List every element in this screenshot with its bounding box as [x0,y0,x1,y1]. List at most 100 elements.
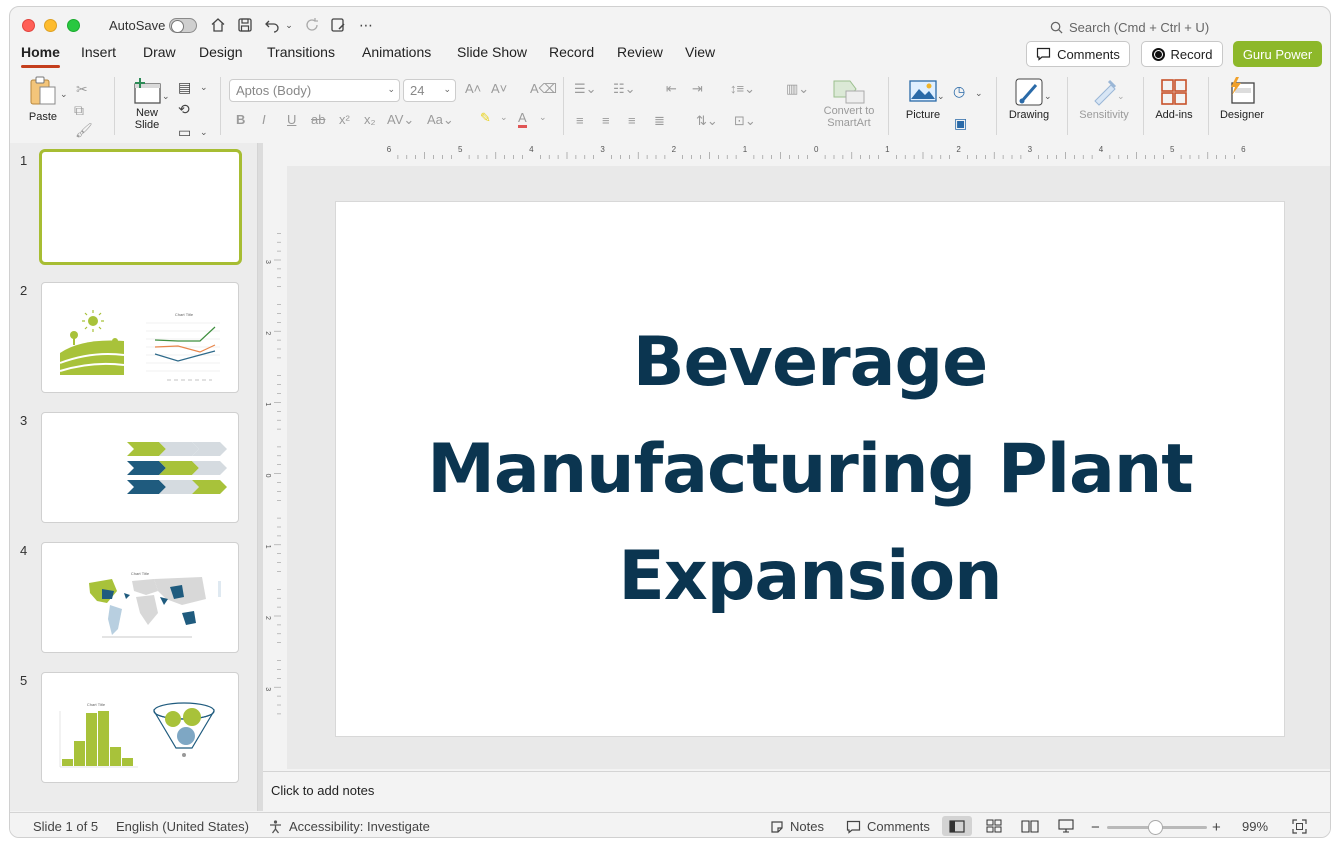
highlight-dropdown-icon[interactable]: ⌄ [500,112,508,123]
align-right-icon[interactable]: ≡ [628,113,636,128]
copy-icon[interactable]: ⧉ [74,102,84,119]
language-indicator[interactable]: English (United States) [116,819,249,834]
thumbnail-slide-5[interactable]: Chart Title [41,672,239,783]
new-slide-dropdown-icon[interactable]: ⌄ [162,91,170,102]
add-ins-button[interactable]: Add-ins [1150,77,1198,121]
more-options-icon[interactable]: ⋯ [356,15,376,35]
align-text-icon[interactable]: ⊡⌄ [734,113,756,129]
reading-view-button[interactable] [1015,816,1045,836]
ribbon-separator [1208,77,1209,135]
tab-draw[interactable]: Draw [143,44,176,60]
font-color-dropdown-icon[interactable]: ⌄ [539,112,547,123]
clear-formatting-icon[interactable]: A⌫ [530,81,557,97]
redo-icon[interactable] [302,15,322,35]
slide-show-view-button[interactable] [1051,816,1081,836]
tab-home[interactable]: Home [21,44,60,68]
accessibility-status[interactable]: Accessibility: Investigate [268,819,430,834]
strikethrough-icon[interactable]: ab [311,112,325,127]
convert-to-smartart-button[interactable]: Convert to SmartArt [819,77,879,129]
search-box[interactable]: Search (Cmd + Ctrl + U) [1050,17,1250,37]
decrease-indent-icon[interactable]: ⇤ [666,81,677,97]
save-icon[interactable] [235,15,255,35]
paste-dropdown-icon[interactable]: ⌄ [60,89,68,100]
thumbnail-slide-3[interactable] [41,412,239,523]
tab-animations[interactable]: Animations [362,44,431,60]
new-slide-button[interactable]: New Slide [126,77,168,131]
tab-view[interactable]: View [685,44,715,60]
paste-button[interactable]: Paste [24,75,62,123]
sensitivity-dropdown-icon[interactable]: ⌄ [1117,91,1125,102]
subscript-icon[interactable]: x₂ [364,112,376,127]
notes-pane[interactable]: Click to add notes [263,771,1330,811]
character-spacing-icon[interactable]: AV⌄ [387,112,414,128]
bold-icon[interactable]: B [236,112,245,127]
comments-button[interactable]: Comments [1026,41,1130,67]
record-button[interactable]: Record [1141,41,1223,67]
tab-insert[interactable]: Insert [81,44,116,60]
thumbnail-slide-2[interactable]: Chart Title [41,282,239,393]
reset-slide-icon[interactable]: ⟲ [178,101,190,118]
tab-review[interactable]: Review [617,44,663,60]
tab-record[interactable]: Record [549,44,594,60]
undo-icon[interactable] [262,15,282,35]
notes-toggle-button[interactable]: Notes [770,819,824,834]
section-dropdown-icon[interactable]: ⌄ [200,127,208,138]
guru-power-button[interactable]: Guru Power [1233,41,1322,67]
numbering-icon[interactable]: ☷⌄ [613,81,636,97]
tab-design[interactable]: Design [199,44,243,60]
sensitivity-button[interactable]: Sensitivity [1074,77,1134,121]
slide-title[interactable]: Beverage Manufacturing Plant Expansion [400,309,1220,630]
zoom-slider-handle[interactable] [1148,820,1163,835]
fit-to-window-button[interactable] [1292,819,1307,834]
font-name-select[interactable]: Aptos (Body) ⌄ [229,79,400,102]
increase-font-size-icon[interactable]: A˄ [465,81,481,96]
font-size-select[interactable]: 24 ⌄ [403,79,456,102]
zoom-out-button[interactable]: − [1091,819,1100,836]
thumbnail-slide-4[interactable]: Chart Title [41,542,239,653]
underline-icon[interactable]: U [287,112,296,127]
shapes-dropdown-icon[interactable]: ⌄ [975,88,983,99]
normal-view-button[interactable] [942,816,972,836]
italic-icon[interactable]: I [262,112,266,127]
highlight-icon[interactable]: ✎ [480,110,491,126]
thumbnail-slide-1[interactable] [39,149,242,265]
font-color-icon[interactable]: A [518,111,527,128]
drawing-dropdown-icon[interactable]: ⌄ [1044,91,1052,102]
designer-button[interactable]: Designer [1216,75,1268,121]
slide-1-editor[interactable]: Beverage Manufacturing Plant Expansion [336,202,1284,736]
undo-dropdown-icon[interactable]: ⌄ [283,15,295,35]
layout-dropdown-icon[interactable]: ⌄ [200,82,208,93]
pane-splitter[interactable] [258,143,263,811]
format-painter-icon[interactable]: 🖌 [75,122,93,139]
decrease-font-size-icon[interactable]: A˅ [491,81,507,96]
layout-icon[interactable]: ▤ [178,79,191,96]
maximize-window-button[interactable] [67,19,80,32]
autosave-toggle[interactable] [169,18,197,33]
columns-icon[interactable]: ▥⌄ [786,81,809,97]
zoom-in-button[interactable]: + [1212,819,1221,836]
align-left-icon[interactable]: ≡ [576,113,584,128]
tab-transitions[interactable]: Transitions [267,44,335,60]
minimize-window-button[interactable] [44,19,57,32]
close-window-button[interactable] [22,19,35,32]
text-direction-icon[interactable]: ⇅⌄ [696,113,718,129]
comments-toggle-button[interactable]: Comments [846,819,930,834]
line-spacing-icon[interactable]: ↕≡⌄ [730,81,755,97]
picture-dropdown-icon[interactable]: ⌄ [937,91,945,102]
text-box-icon[interactable]: ▣ [954,115,967,132]
record-button-label: Record [1170,46,1213,62]
tab-slide-show[interactable]: Slide Show [457,44,527,60]
justify-icon[interactable]: ≣ [654,113,665,129]
superscript-icon[interactable]: x² [339,112,350,127]
save-as-icon[interactable] [328,15,348,35]
home-icon[interactable] [208,15,228,35]
slide-sorter-view-button[interactable] [979,816,1009,836]
change-case-icon[interactable]: Aa⌄ [427,112,454,128]
shapes-icon[interactable]: ◷ [953,83,965,100]
bullets-icon[interactable]: ☰⌄ [574,81,597,97]
section-icon[interactable]: ▭ [178,124,191,141]
increase-indent-icon[interactable]: ⇥ [692,81,703,97]
cut-icon[interactable]: ✂ [76,81,88,98]
zoom-percent[interactable]: 99% [1242,819,1268,834]
align-center-icon[interactable]: ≡ [602,113,610,128]
